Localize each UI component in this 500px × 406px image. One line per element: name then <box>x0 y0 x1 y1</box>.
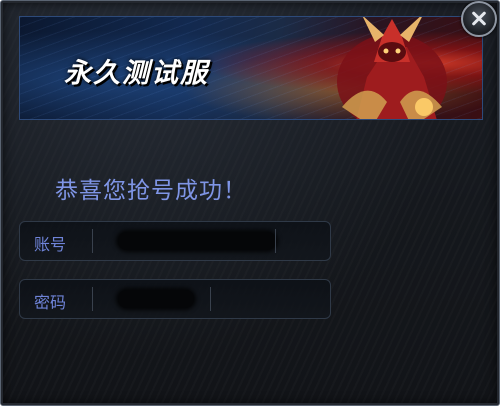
password-value-redacted[interactable] <box>118 290 194 308</box>
success-message: 恭喜您抢号成功！ <box>55 178 247 204</box>
banner-title: 永久测试服 <box>64 58 209 89</box>
password-label: 密码 <box>34 293 67 312</box>
account-value-redacted[interactable] <box>118 232 276 250</box>
password-field: 密码 <box>19 279 331 319</box>
field-divider <box>275 229 276 253</box>
hero-character-image <box>337 17 447 119</box>
close-button[interactable] <box>461 1 497 37</box>
field-divider <box>210 287 211 311</box>
account-label: 账号 <box>34 235 67 254</box>
field-divider <box>92 287 93 311</box>
account-field: 账号 <box>19 221 331 261</box>
success-dialog: 永久测试服 恭喜您抢号成功！ 账号 密码 <box>0 0 500 406</box>
field-divider <box>92 229 93 253</box>
server-banner: 永久测试服 <box>19 16 483 120</box>
